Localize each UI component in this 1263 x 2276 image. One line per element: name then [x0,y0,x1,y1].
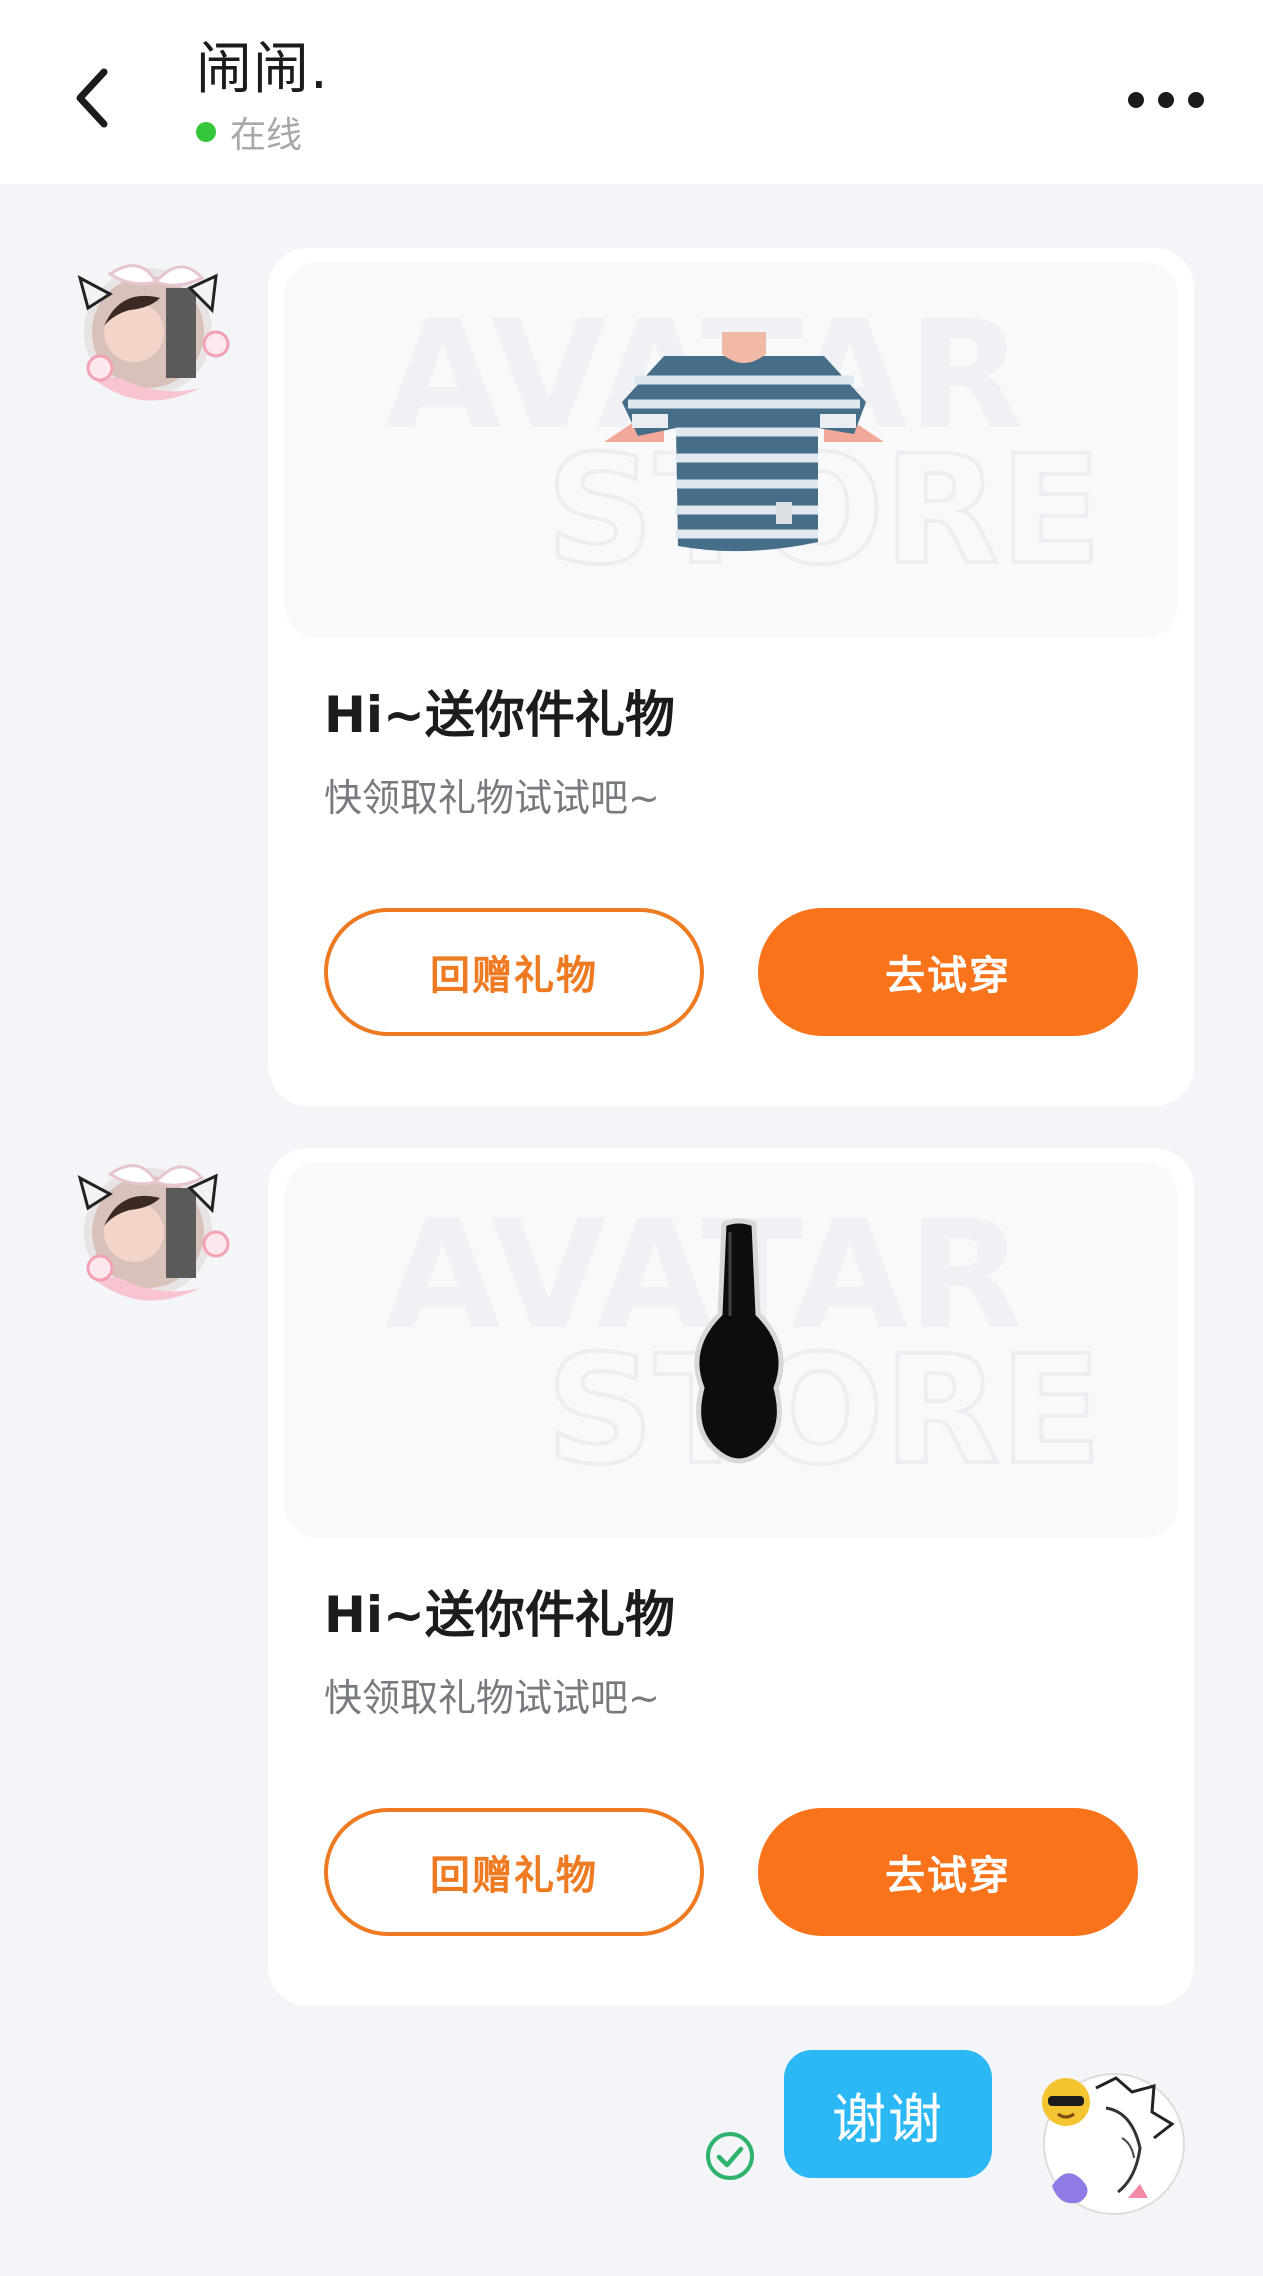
more-options-button[interactable] [1128,80,1204,120]
more-dot [1128,92,1144,108]
more-dot [1188,92,1204,108]
top-bar: 闹闹. 在线 [0,0,1263,184]
gift-card-subtitle: 快领取礼物试试吧~ [324,776,660,820]
gift-preview: AVATAR STORE [284,262,1178,638]
online-dot-icon [196,122,216,142]
back-button[interactable] [62,62,122,134]
online-status: 在线 [196,108,302,156]
guitar-case-icon [694,1218,784,1464]
gift-card[interactable]: AVATAR STORE Hi~送你件礼物 快领取礼物试试吧~ 回赠礼物 [268,248,1194,1106]
my-message-bubble[interactable]: 谢谢 [784,2050,992,2178]
online-status-text: 在线 [230,115,303,156]
sent-check-icon [706,2132,754,2180]
striped-tshirt-icon [604,332,884,552]
gift-card-subtitle: 快领取礼物试试吧~ [324,1676,660,1720]
gift-card[interactable]: AVATAR STORE Hi~送你件礼物 快领取礼物试试吧~ 回赠礼物 去试穿 [268,1148,1194,2006]
try-on-button[interactable]: 去试穿 [758,1808,1138,1936]
svg-text:STORE: STORE [546,1324,1102,1498]
return-gift-button[interactable]: 回赠礼物 [324,908,704,1036]
try-on-button[interactable]: 去试穿 [758,908,1138,1036]
sender-avatar[interactable] [70,1148,230,1308]
gift-preview: AVATAR STORE [284,1162,1178,1538]
more-dot [1158,92,1174,108]
gift-card-title: Hi~送你件礼物 [324,1586,675,1644]
return-gift-button[interactable]: 回赠礼物 [324,1808,704,1936]
sender-avatar[interactable] [70,248,230,408]
gift-card-title: Hi~送你件礼物 [324,686,675,744]
chat-title: 闹闹. [196,37,329,102]
my-avatar[interactable] [1036,2068,1188,2220]
chevron-left-icon [76,68,108,128]
